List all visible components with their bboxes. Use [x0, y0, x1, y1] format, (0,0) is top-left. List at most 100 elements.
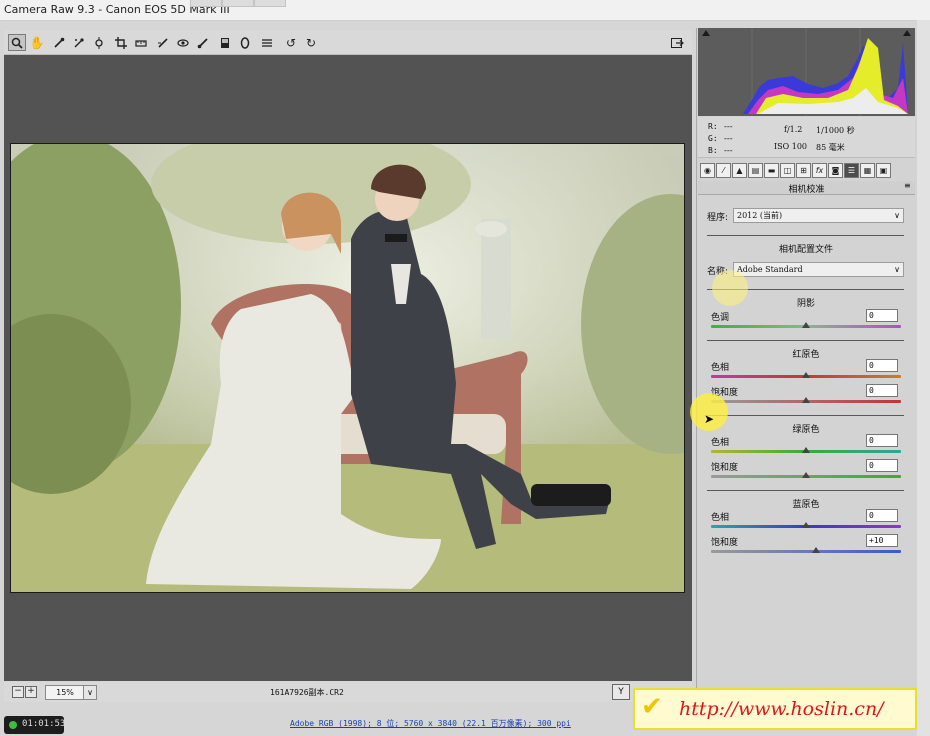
red-saturation-slider-thumb[interactable] [802, 397, 810, 403]
record-dot-icon [9, 721, 17, 729]
g-value: --- [724, 134, 733, 143]
hand-tool-icon[interactable]: ✋ [28, 34, 46, 51]
blue-hue-input[interactable]: 0 [866, 509, 898, 522]
green-hue-input[interactable]: 0 [866, 434, 898, 447]
tab-presets-icon[interactable]: ▦ [860, 163, 875, 178]
tab-tone-curve-icon[interactable]: ⁄ [716, 163, 731, 178]
status-bar: − + 15% ∨ 161A7926副本.CR2 Y [4, 682, 692, 702]
red-hue-label: 色相 [711, 363, 730, 373]
tab-lens-corrections-icon[interactable]: ◫ [780, 163, 795, 178]
before-after-icon[interactable]: Y [612, 684, 630, 700]
color-sampler-tool-icon[interactable] [70, 34, 88, 51]
title-button-3[interactable] [254, 0, 286, 7]
r-value: --- [724, 122, 733, 131]
mouse-pointer-icon: ➤ [704, 412, 715, 426]
adjustment-brush-icon[interactable] [194, 34, 212, 51]
blue-hue-label: 色相 [711, 513, 730, 523]
blue-saturation-slider-thumb[interactable] [812, 547, 820, 553]
focal-length: 85 毫米 [816, 143, 845, 152]
watermark: ✔ http://www.hoslin.cn/ [633, 688, 917, 730]
red-saturation-input[interactable]: 0 [866, 384, 898, 397]
title-button-2[interactable] [222, 0, 254, 7]
r-label: R: [708, 122, 718, 131]
shadows-tint-input[interactable]: 0 [866, 309, 898, 322]
tab-snapshots-icon[interactable]: ▣ [876, 163, 891, 178]
info-box: R: --- G: --- B: --- f/1.2 1/1000 秒 ISO … [698, 117, 915, 158]
title-bar: Camera Raw 9.3 - Canon EOS 5D Mark III [0, 0, 930, 21]
g-label: G: [708, 134, 718, 143]
red-hue-input[interactable]: 0 [866, 359, 898, 372]
shutter-speed: 1/1000 秒 [816, 126, 855, 135]
tab-transform-icon[interactable]: ⊞ [796, 163, 811, 178]
rotate-left-icon[interactable]: ↺ [282, 34, 300, 51]
workflow-options-link[interactable]: Adobe RGB (1998); 8 位; 5760 x 3840 (22.1… [290, 718, 571, 729]
rotate-right-icon[interactable]: ↻ [302, 34, 320, 51]
checkmark-icon: ✔ [641, 692, 663, 722]
tab-camera-calibration-icon[interactable]: ☰ [844, 163, 859, 178]
crop-tool-icon[interactable] [112, 34, 130, 51]
panel-tabs: ◉ ⁄ ▲ ▤ ▬ ◫ ⊞ fx ◙ ☰ ▦ ▣ [698, 163, 915, 180]
panel-menu-icon[interactable]: ≡ [904, 181, 911, 190]
graduated-filter-icon[interactable] [216, 34, 234, 51]
targeted-adjustment-tool-icon[interactable] [90, 34, 108, 51]
tab-detail-icon[interactable]: ▲ [732, 163, 747, 178]
panel-title: 相机校准 [788, 185, 825, 195]
timer-text: 01:01:53 [22, 719, 66, 729]
iso: ISO 100 [774, 142, 808, 151]
zoom-dropdown-chevron-icon[interactable]: ∨ [83, 685, 97, 700]
right-edge [917, 20, 930, 736]
green-saturation-slider-thumb[interactable] [802, 472, 810, 478]
profile-section-title: 相机配置文件 [778, 245, 833, 255]
profile-dropdown[interactable]: Adobe Standard ∨ [733, 262, 904, 277]
spot-removal-tool-icon[interactable] [154, 34, 172, 51]
fullscreen-icon[interactable] [668, 34, 686, 51]
divider [707, 340, 904, 341]
process-dropdown[interactable]: 2012 (当前) ∨ [733, 208, 904, 223]
tab-camera-icon[interactable]: ◙ [828, 163, 843, 178]
green-hue-label: 色相 [711, 438, 730, 448]
divider [707, 235, 904, 236]
straighten-tool-icon[interactable] [132, 34, 150, 51]
green-saturation-label: 饱和度 [711, 463, 739, 473]
zoom-tool-icon[interactable] [8, 34, 26, 51]
blue-saturation-slider[interactable] [711, 550, 901, 553]
red-eye-tool-icon[interactable] [174, 34, 192, 51]
zoom-in-button[interactable]: + [25, 686, 37, 698]
shadows-tint-slider-thumb[interactable] [802, 322, 810, 328]
tab-basic-icon[interactable]: ◉ [700, 163, 715, 178]
recording-timer: 01:01:53 [4, 716, 66, 734]
divider [707, 415, 904, 416]
green-saturation-input[interactable]: 0 [866, 459, 898, 472]
profile-value: Adobe Standard [737, 265, 803, 274]
red-hue-slider-thumb[interactable] [802, 372, 810, 378]
tab-hsl-icon[interactable]: ▤ [748, 163, 763, 178]
tab-effects-icon[interactable]: fx [812, 163, 827, 178]
histogram [698, 28, 915, 116]
cursor-highlight [712, 270, 748, 306]
b-value: --- [724, 146, 733, 155]
preview-photo[interactable] [10, 143, 685, 593]
zoom-out-button[interactable]: − [12, 686, 24, 698]
watermark-text: http://www.hoslin.cn/ [679, 698, 884, 720]
preferences-icon[interactable] [258, 34, 276, 51]
blue-hue-slider-thumb[interactable] [802, 522, 810, 528]
toolbar: ✋ ↺ ↻ [4, 30, 692, 55]
green-hue-slider-thumb[interactable] [802, 447, 810, 453]
radial-filter-icon[interactable] [236, 34, 254, 51]
blue-saturation-input[interactable]: +10 [866, 534, 898, 547]
zoom-level-field[interactable]: 15% [45, 685, 85, 700]
profile-chevron-down-icon: ∨ [894, 265, 900, 274]
tab-split-toning-icon[interactable]: ▬ [764, 163, 779, 178]
title-button-1[interactable] [190, 0, 222, 7]
divider [707, 490, 904, 491]
shadows-tint-label: 色调 [711, 313, 730, 323]
file-name: 161A7926副本.CR2 [270, 688, 344, 697]
aperture: f/1.2 [784, 125, 803, 134]
blue-saturation-label: 饱和度 [711, 538, 739, 548]
white-balance-tool-icon[interactable] [50, 34, 68, 51]
process-chevron-down-icon: ∨ [894, 211, 900, 220]
b-label: B: [708, 146, 718, 155]
panel-header: 相机校准 ≡ [698, 181, 915, 195]
process-value: 2012 (当前) [737, 211, 783, 220]
process-label: 程序: [707, 213, 729, 223]
